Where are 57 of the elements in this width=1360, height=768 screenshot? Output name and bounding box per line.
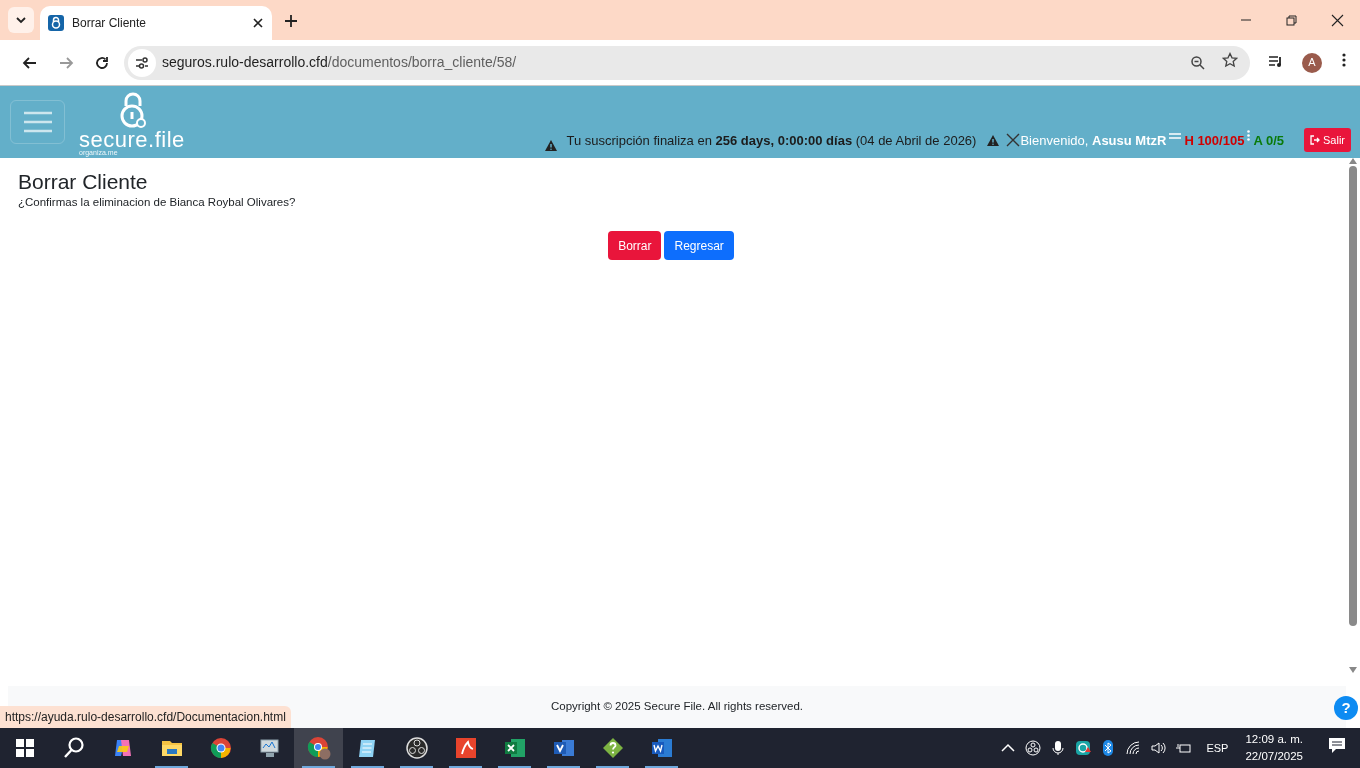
- confirm-question: ¿Confirmas la eliminacion de Bianca Roybal Olivares?: [18, 195, 297, 210]
- search-icon: [61, 736, 86, 760]
- copyright-text: Copyright © 2025 Secure File. All rights reserved.: [551, 699, 803, 715]
- back-icon[interactable]: [22, 54, 38, 71]
- delete-button[interactable]: Borrar: [608, 231, 662, 261]
- browser-icon: [208, 736, 233, 760]
- notification-icon[interactable]: [1328, 735, 1346, 754]
- logo-text: secure.file: [79, 131, 185, 149]
- scrollbar-thumb[interactable]: [1349, 166, 1357, 626]
- forward-icon[interactable]: [58, 54, 74, 71]
- document-app-icon: [649, 736, 674, 760]
- h-counter: H 100/105: [1184, 132, 1245, 150]
- speaker-icon[interactable]: [1150, 740, 1167, 756]
- chevron-down-icon: [15, 14, 27, 26]
- wifi-icon[interactable]: [1125, 740, 1142, 756]
- site-settings-icon[interactable]: [135, 55, 149, 70]
- padlock-logo-icon: [119, 92, 147, 128]
- equals-icon: [1169, 131, 1182, 140]
- profile-avatar[interactable]: A: [1302, 52, 1322, 73]
- warning-icon: [544, 139, 559, 152]
- a-counter: A 0/5: [1253, 132, 1284, 150]
- welcome-text: Bienvenido, Asusu MtzR: [1020, 132, 1167, 150]
- menu-icon: [22, 111, 53, 133]
- circle-app-icon[interactable]: [1025, 740, 1042, 756]
- star-icon[interactable]: [1222, 51, 1238, 68]
- clock-date[interactable]: 22/07/2025: [1245, 748, 1303, 765]
- close-icon[interactable]: [252, 17, 264, 29]
- browser-tab[interactable]: Borrar Cliente: [40, 6, 272, 40]
- reload-icon[interactable]: [94, 54, 110, 71]
- tab-title: Borrar Cliente: [72, 15, 148, 32]
- microphone-icon[interactable]: [1050, 740, 1067, 756]
- monitor-chart-icon: [257, 736, 282, 760]
- clock-time[interactable]: 12:09 a. m.: [1245, 731, 1303, 748]
- scroll-down-icon[interactable]: [1349, 667, 1357, 673]
- language-indicator[interactable]: ESP: [1206, 739, 1229, 757]
- circle-app-icon: [404, 736, 429, 760]
- dots-icon: [1247, 129, 1251, 141]
- more-menu-icon[interactable]: [1342, 51, 1346, 68]
- warning-icon: [986, 133, 1001, 147]
- tab-search-button[interactable]: [8, 7, 34, 33]
- browser-profile-icon: [306, 736, 331, 760]
- lock-favicon-icon: [48, 15, 64, 31]
- address-bar[interactable]: seguros.rulo-desarrollo.cfd/documentos/borra_cliente/58/: [124, 45, 1250, 80]
- close-icon[interactable]: [1330, 13, 1344, 27]
- status-url: https://ayuda.rulo-desarrollo.cfd/Documentacion.html: [0, 706, 291, 728]
- url-text: seguros.rulo-desarrollo.cfd/documentos/borra_cliente/58/: [162, 53, 518, 72]
- help-button[interactable]: ?: [1334, 696, 1358, 720]
- media-queue-icon[interactable]: [1268, 53, 1284, 68]
- spreadsheet-icon: [502, 736, 527, 760]
- back-button[interactable]: Regresar: [664, 231, 734, 261]
- page-title: Borrar Cliente: [18, 170, 149, 194]
- restore-icon[interactable]: [1284, 13, 1298, 27]
- subscription-text: Tu suscripción finaliza en 256 days, 0:00:00 días (04 de Abril de 2026): [566, 132, 977, 150]
- zoom-icon[interactable]: [1190, 54, 1206, 71]
- logout-icon: [1310, 135, 1320, 145]
- logout-button[interactable]: Salir: [1304, 128, 1351, 152]
- new-tab-icon[interactable]: [284, 14, 298, 28]
